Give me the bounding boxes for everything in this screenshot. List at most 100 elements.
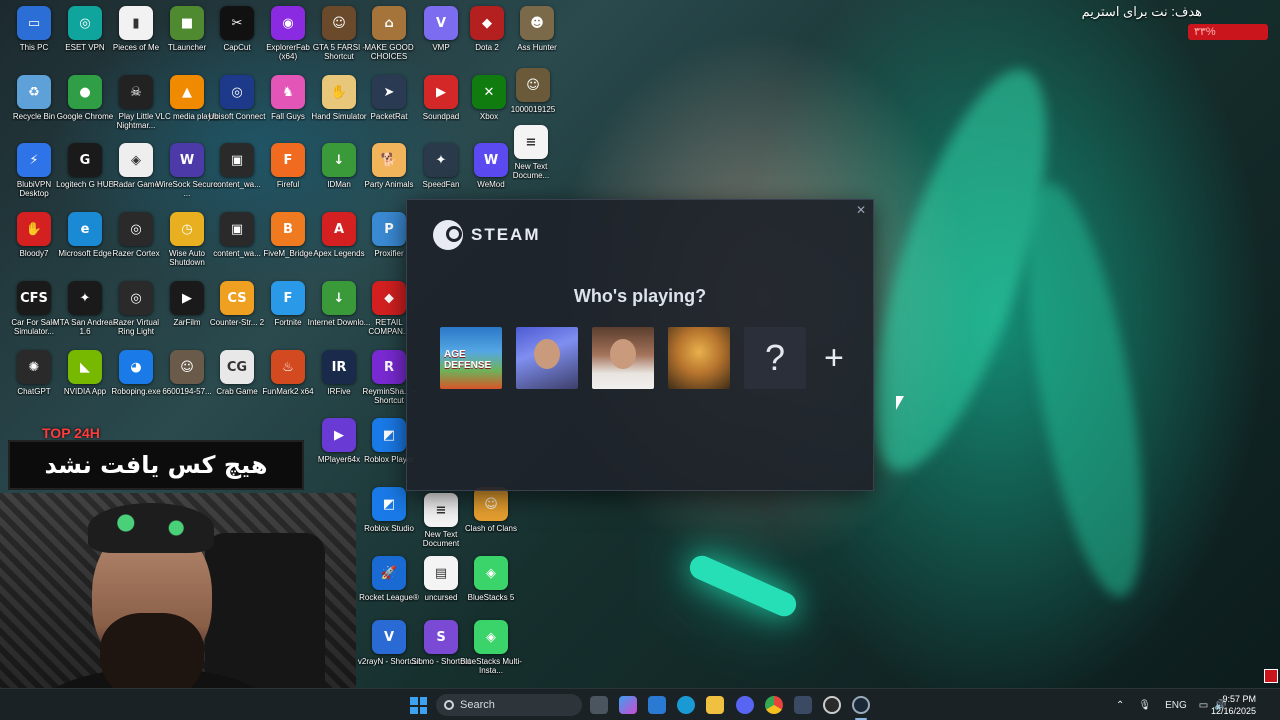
stream-goal-label: هدف: نت برای استریم (1081, 4, 1202, 19)
add-account-button[interactable]: + (824, 339, 844, 378)
close-icon[interactable]: ✕ (853, 202, 869, 218)
stream-caption-text: هیچ کس یافت نشد (44, 451, 268, 479)
network-icon[interactable]: ▭ (1199, 700, 1208, 711)
packetrat-icon[interactable] (794, 696, 812, 714)
app-icon: IR (322, 350, 356, 384)
account-avatar[interactable] (592, 327, 654, 389)
stream-goal-percent: ۳۳% (1194, 26, 1216, 38)
app-icon: ▲ (170, 75, 204, 109)
app-icon: ● (68, 75, 102, 109)
store-icon[interactable] (648, 696, 666, 714)
desktop-icon[interactable]: ☺ Clash of Clans (460, 487, 522, 557)
app-icon: ≡ (514, 125, 548, 159)
stream-goal-widget: هدف: نت برای استریم ۳۳% (1078, 4, 1268, 40)
app-icon: V (372, 620, 406, 654)
app-icon: ◉ (271, 6, 305, 40)
microphone-icon[interactable]: 🎙 (1138, 700, 1151, 711)
app-icon: ▶ (170, 281, 204, 315)
desktop-icon-label: 1000019125 (510, 105, 556, 114)
account-avatar[interactable] (668, 327, 730, 389)
webcam-feed (0, 493, 356, 720)
avatar-game-art-text: AGE DEFENSE (444, 349, 492, 371)
notification-badge[interactable] (1264, 669, 1278, 683)
app-icon: ◎ (119, 281, 153, 315)
app-icon: F (271, 143, 305, 177)
app-icon: ◎ (119, 212, 153, 246)
chevron-up-icon[interactable]: ⌃ (1116, 700, 1124, 711)
app-icon: ♻ (17, 75, 51, 109)
file-explorer-icon[interactable] (706, 696, 724, 714)
app-icon: ■ (170, 6, 204, 40)
language-indicator[interactable]: ENG (1165, 700, 1187, 711)
app-icon: ☺ (170, 350, 204, 384)
desktop-icon-label: Ass Hunter (517, 43, 557, 52)
mouse-cursor-icon (896, 396, 904, 410)
app-icon: F (271, 281, 305, 315)
steam-logo: STEAM (433, 220, 541, 250)
account-avatar[interactable]: AGE DEFENSE (440, 327, 502, 389)
app-icon: ✕ (472, 75, 506, 109)
search-label: Search (460, 699, 495, 711)
obs-icon[interactable] (823, 696, 841, 714)
steam-icon (433, 220, 463, 250)
app-icon: ✋ (322, 75, 356, 109)
app-icon: ≡ (424, 493, 458, 527)
chrome-icon[interactable] (765, 696, 783, 714)
copilot-icon[interactable] (619, 696, 637, 714)
windows-start-icon[interactable] (410, 697, 427, 714)
account-avatar[interactable] (516, 327, 578, 389)
wallpaper-glow (686, 551, 800, 621)
app-icon: ◎ (68, 6, 102, 40)
task-view-icon[interactable] (590, 696, 608, 714)
steam-brand-text: STEAM (471, 225, 541, 244)
unknown-account-avatar[interactable]: ? (744, 327, 806, 389)
search-icon (444, 700, 454, 710)
app-icon: ↓ (322, 281, 356, 315)
app-icon: ☺ (474, 487, 508, 521)
app-icon: B (271, 212, 305, 246)
avatar-face (610, 339, 636, 369)
app-icon: ✋ (17, 212, 51, 246)
app-icon: ♞ (271, 75, 305, 109)
app-icon: ✦ (424, 143, 458, 177)
taskbar-search[interactable]: Search (436, 694, 582, 716)
discord-icon[interactable] (736, 696, 754, 714)
app-icon: ☺ (516, 68, 550, 102)
app-icon: e (68, 212, 102, 246)
desktop-icon[interactable]: ◈ BlueStacks 5 (460, 556, 522, 626)
app-icon: 🐕 (372, 143, 406, 177)
desktop-icon[interactable]: ☻ Ass Hunter (506, 6, 568, 76)
app-icon: ◩ (372, 487, 406, 521)
steam-taskbar-icon[interactable] (852, 696, 870, 714)
wallpaper-hair-streak (1004, 175, 1166, 605)
app-icon: ◕ (119, 350, 153, 384)
app-icon: ◷ (170, 212, 204, 246)
app-icon: ◈ (474, 620, 508, 654)
app-icon: ▭ (17, 6, 51, 40)
app-icon: S (424, 620, 458, 654)
app-icon: ◈ (119, 143, 153, 177)
app-icon: ▮ (119, 6, 153, 40)
edge-icon[interactable] (677, 696, 695, 714)
app-icon: V (424, 6, 458, 40)
taskbar: Search ⌃ 🎙 ENG ▭ 🔊 9:57 PM 12/16/2025 (0, 669, 1280, 720)
stream-goal-progress: ۳۳% (1188, 24, 1268, 40)
app-icon: ▶ (322, 418, 356, 452)
app-icon: ◆ (470, 6, 504, 40)
app-icon: G (68, 143, 102, 177)
app-icon: ☺ (322, 6, 356, 40)
app-icon: ➤ (372, 75, 406, 109)
desktop-icon[interactable]: ≡ New Text Docume... (500, 125, 562, 195)
desktop-icon-label: New Text Docume... (512, 162, 550, 180)
app-icon: CG (220, 350, 254, 384)
app-icon: ▣ (220, 212, 254, 246)
taskbar-clock[interactable]: 9:57 PM 12/16/2025 (1211, 693, 1256, 717)
desktop-icon-label: BlueStacks Multi-Insta... (460, 657, 522, 675)
account-list: AGE DEFENSE ? + (440, 327, 844, 389)
app-icon: ◣ (68, 350, 102, 384)
avatar-face (534, 339, 560, 369)
desktop-icon[interactable]: ◈ BlueStacks Multi-Insta... (460, 620, 522, 690)
desktop-icon-label: Clash of Clans (464, 524, 518, 533)
app-icon: ▣ (220, 143, 254, 177)
desktop-icon-label: BlueStacks 5 (467, 593, 515, 602)
